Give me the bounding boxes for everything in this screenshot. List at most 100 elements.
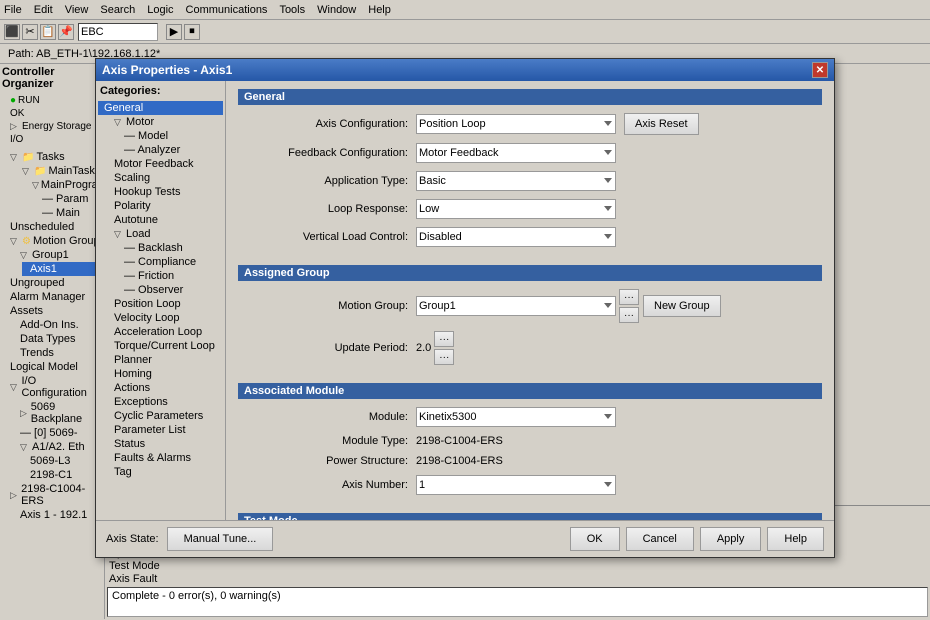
cat-general[interactable]: General [98, 101, 223, 115]
cat-compliance[interactable]: — Compliance [98, 255, 223, 269]
tree-2198c1004[interactable]: ▷ 2198-C1004-ERS [2, 482, 102, 508]
help-button[interactable]: Help [767, 527, 824, 551]
tree-addon[interactable]: Add-On Ins. [12, 318, 102, 332]
update-period-up-btn[interactable]: ··· [434, 331, 454, 347]
axis-configuration-select[interactable]: Position Loop Velocity Loop Torque Loop [416, 114, 616, 134]
cancel-button[interactable]: Cancel [626, 527, 694, 551]
menu-help[interactable]: Help [368, 4, 391, 16]
module-select[interactable]: Kinetix5300 [416, 407, 616, 427]
cat-model[interactable]: — Model [98, 129, 223, 143]
cat-acceleration-loop[interactable]: Acceleration Loop [98, 325, 223, 339]
new-group-button[interactable]: New Group [643, 295, 721, 317]
cat-motor[interactable]: ▽ Motor [98, 115, 223, 129]
tree-unscheduled[interactable]: Unscheduled [2, 220, 102, 234]
tree-alarm[interactable]: Alarm Manager [2, 290, 102, 304]
motion-group-up-btn[interactable]: ··· [619, 289, 639, 305]
cat-cyclic-parameters[interactable]: Cyclic Parameters [98, 409, 223, 423]
tree-logical-model[interactable]: Logical Model [2, 360, 102, 374]
menu-bar: File Edit View Search Logic Communicatio… [0, 0, 930, 20]
menu-window[interactable]: Window [317, 4, 356, 16]
cat-autotune[interactable]: Autotune [98, 213, 223, 227]
cat-backlash[interactable]: — Backlash [98, 241, 223, 255]
footer-buttons: OK Cancel Apply Help [570, 527, 824, 551]
cat-general-label: General [104, 102, 143, 114]
tree-5069[interactable]: ▷ 5069 Backplane [12, 400, 102, 426]
loop-response-row: Loop Response: Low Medium High [238, 199, 822, 219]
toolbar-btn-4[interactable]: 📌 [58, 24, 74, 40]
menu-search[interactable]: Search [100, 4, 135, 16]
menu-logic[interactable]: Logic [147, 4, 173, 16]
tree-axis1-sub[interactable]: Axis 1 - 192.1 [12, 508, 102, 522]
axis-number-select[interactable]: 1 [416, 475, 616, 495]
cat-planner[interactable]: Planner [98, 353, 223, 367]
tree-ungrouped[interactable]: Ungrouped [2, 276, 102, 290]
dialog-close-button[interactable]: ✕ [812, 62, 828, 78]
cat-motor-feedback-label: Motor Feedback [114, 158, 193, 170]
tree-assets[interactable]: Assets [2, 304, 102, 318]
tree-2198[interactable]: 2198-C1 [22, 468, 102, 482]
cat-motor-feedback[interactable]: Motor Feedback [98, 157, 223, 171]
tree-motion-group[interactable]: ▽ ⚙ Motion Group [2, 234, 102, 248]
cat-polarity[interactable]: Polarity [98, 199, 223, 213]
tree-maintask[interactable]: ▽ 📁 MainTask [14, 164, 102, 178]
tree-main[interactable]: — Main [34, 206, 102, 220]
tree-param[interactable]: — Param [34, 192, 102, 206]
axis-fault-label: Axis Fault [109, 573, 199, 585]
toolbar-btn-3[interactable]: 📋 [40, 24, 56, 40]
cat-status[interactable]: Status [98, 437, 223, 451]
tree-5069b[interactable]: — [0] 5069- [12, 426, 102, 440]
motion-group-select[interactable]: Group1 [416, 296, 616, 316]
cat-observer[interactable]: — Observer [98, 283, 223, 297]
cat-actions[interactable]: Actions [98, 381, 223, 395]
update-period-down-btn[interactable]: ··· [434, 349, 454, 365]
cat-analyzer[interactable]: — Analyzer [98, 143, 223, 157]
output-text: Complete - 0 error(s), 0 warning(s) [112, 590, 281, 602]
loop-response-select[interactable]: Low Medium High [416, 199, 616, 219]
cat-faults-alarms[interactable]: Faults & Alarms [98, 451, 223, 465]
axis-reset-button[interactable]: Axis Reset [624, 113, 699, 135]
menu-tools[interactable]: Tools [279, 4, 305, 16]
cat-tag-label: Tag [114, 466, 132, 478]
cat-scaling[interactable]: Scaling [98, 171, 223, 185]
motion-group-down-btn[interactable]: ··· [619, 307, 639, 323]
vertical-load-control-select[interactable]: Disabled Enabled [416, 227, 616, 247]
menu-edit[interactable]: Edit [34, 4, 53, 16]
cat-friction[interactable]: — Friction [98, 269, 223, 283]
tree-group1[interactable]: ▽ Group1 [12, 248, 102, 262]
feedback-configuration-select[interactable]: Motor Feedback Load Feedback [416, 143, 616, 163]
toolbar-btn-1[interactable]: ⬛ [4, 24, 20, 40]
cat-position-loop[interactable]: Position Loop [98, 297, 223, 311]
menu-view[interactable]: View [65, 4, 89, 16]
menu-file[interactable]: File [4, 4, 22, 16]
tree-tasks[interactable]: ▽ 📁 Tasks [2, 150, 102, 164]
motion-group-row: Motion Group: Group1 ··· ··· New Group [238, 289, 822, 323]
application-type-select[interactable]: Basic Custom [416, 171, 616, 191]
cat-homing[interactable]: Homing [98, 367, 223, 381]
tree-mainprog[interactable]: ▽ MainProgram [24, 178, 102, 192]
apply-button[interactable]: Apply [700, 527, 762, 551]
menu-communications[interactable]: Communications [186, 4, 268, 16]
tree-axis1[interactable]: Axis1 [22, 262, 102, 276]
tree-trends[interactable]: Trends [12, 346, 102, 360]
cat-exceptions[interactable]: Exceptions [98, 395, 223, 409]
cat-tag[interactable]: Tag [98, 465, 223, 479]
toolbar-btn-6[interactable]: ⏹ [184, 24, 200, 40]
cat-load[interactable]: ▽ Load [98, 227, 223, 241]
tree-io-config[interactable]: ▽ I/O Configuration [2, 374, 102, 400]
toolbar-btn-5[interactable]: ▶ [166, 24, 182, 40]
manual-tune-button[interactable]: Manual Tune... [167, 527, 274, 551]
tree-io[interactable]: I/O [2, 133, 102, 146]
cat-hookup-tests[interactable]: Hookup Tests [98, 185, 223, 199]
tree-a1a2[interactable]: ▽ A1/A2. Eth [12, 440, 102, 454]
cat-parameter-list[interactable]: Parameter List [98, 423, 223, 437]
cat-autotune-label: Autotune [114, 214, 158, 226]
ok-button[interactable]: OK [570, 527, 620, 551]
toolbar-btn-2[interactable]: ✂ [22, 24, 38, 40]
cat-velocity-loop[interactable]: Velocity Loop [98, 311, 223, 325]
tree-5069-l3[interactable]: 5069-L3 [22, 454, 102, 468]
tree-datatypes[interactable]: Data Types [12, 332, 102, 346]
dialog-titlebar: Axis Properties - Axis1 ✕ [96, 59, 834, 81]
cat-torque-current[interactable]: Torque/Current Loop [98, 339, 223, 353]
tree-energy[interactable]: ▷ Energy Storage [2, 120, 102, 133]
toolbar-input[interactable] [78, 23, 158, 41]
